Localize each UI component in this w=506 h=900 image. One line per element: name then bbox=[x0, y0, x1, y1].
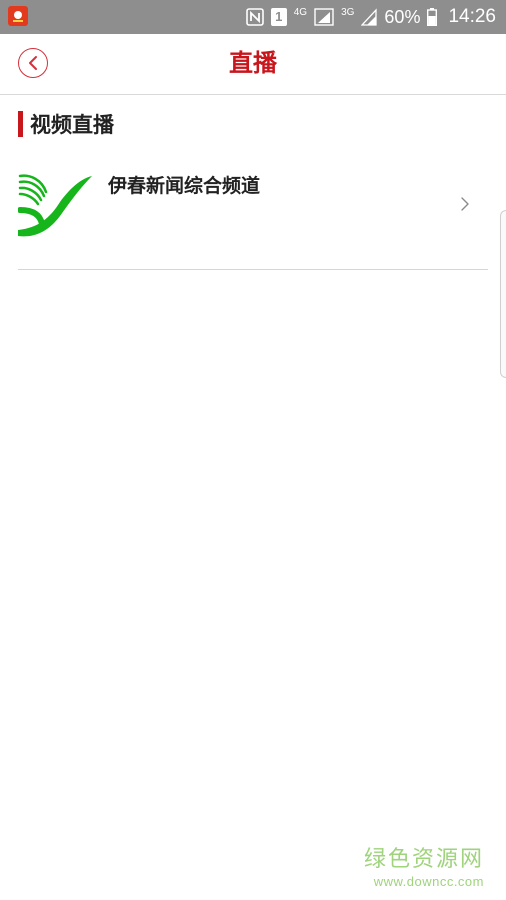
chevron-right-icon bbox=[461, 197, 469, 211]
section-heading: 视频直播 bbox=[18, 110, 114, 138]
nfc-icon bbox=[245, 8, 264, 26]
network-4g-label: 4G bbox=[293, 7, 308, 18]
app-notification-icon bbox=[8, 6, 28, 26]
watermark: 绿色资源网 www.downcc.com bbox=[364, 846, 484, 890]
channel-logo-icon bbox=[18, 174, 92, 237]
section-accent-bar bbox=[18, 111, 23, 137]
status-icons: 1 4G 3G 60% 14:26 bbox=[245, 0, 496, 34]
page-title: 直播 bbox=[229, 49, 277, 77]
battery-icon bbox=[427, 8, 438, 26]
signal-3g-icon bbox=[361, 8, 378, 26]
clock: 14:26 bbox=[448, 6, 496, 27]
watermark-url: www.downcc.com bbox=[373, 874, 484, 889]
battery-percent: 60% bbox=[384, 7, 421, 27]
section-title: 视频直播 bbox=[30, 113, 114, 137]
status-bar: 1 4G 3G 60% 14:26 bbox=[0, 0, 506, 34]
network-3g-label: 3G bbox=[341, 7, 355, 18]
watermark-title: 绿色资源网 bbox=[363, 847, 484, 872]
sim-slot-icon: 1 bbox=[270, 8, 287, 26]
header: 直播 bbox=[0, 34, 506, 95]
channel-list-item[interactable]: 伊春新闻综合频道 bbox=[18, 168, 488, 270]
edge-panel-handle[interactable] bbox=[500, 210, 506, 378]
signal-icon bbox=[314, 8, 334, 26]
channel-name: 伊春新闻综合频道 bbox=[108, 175, 261, 197]
